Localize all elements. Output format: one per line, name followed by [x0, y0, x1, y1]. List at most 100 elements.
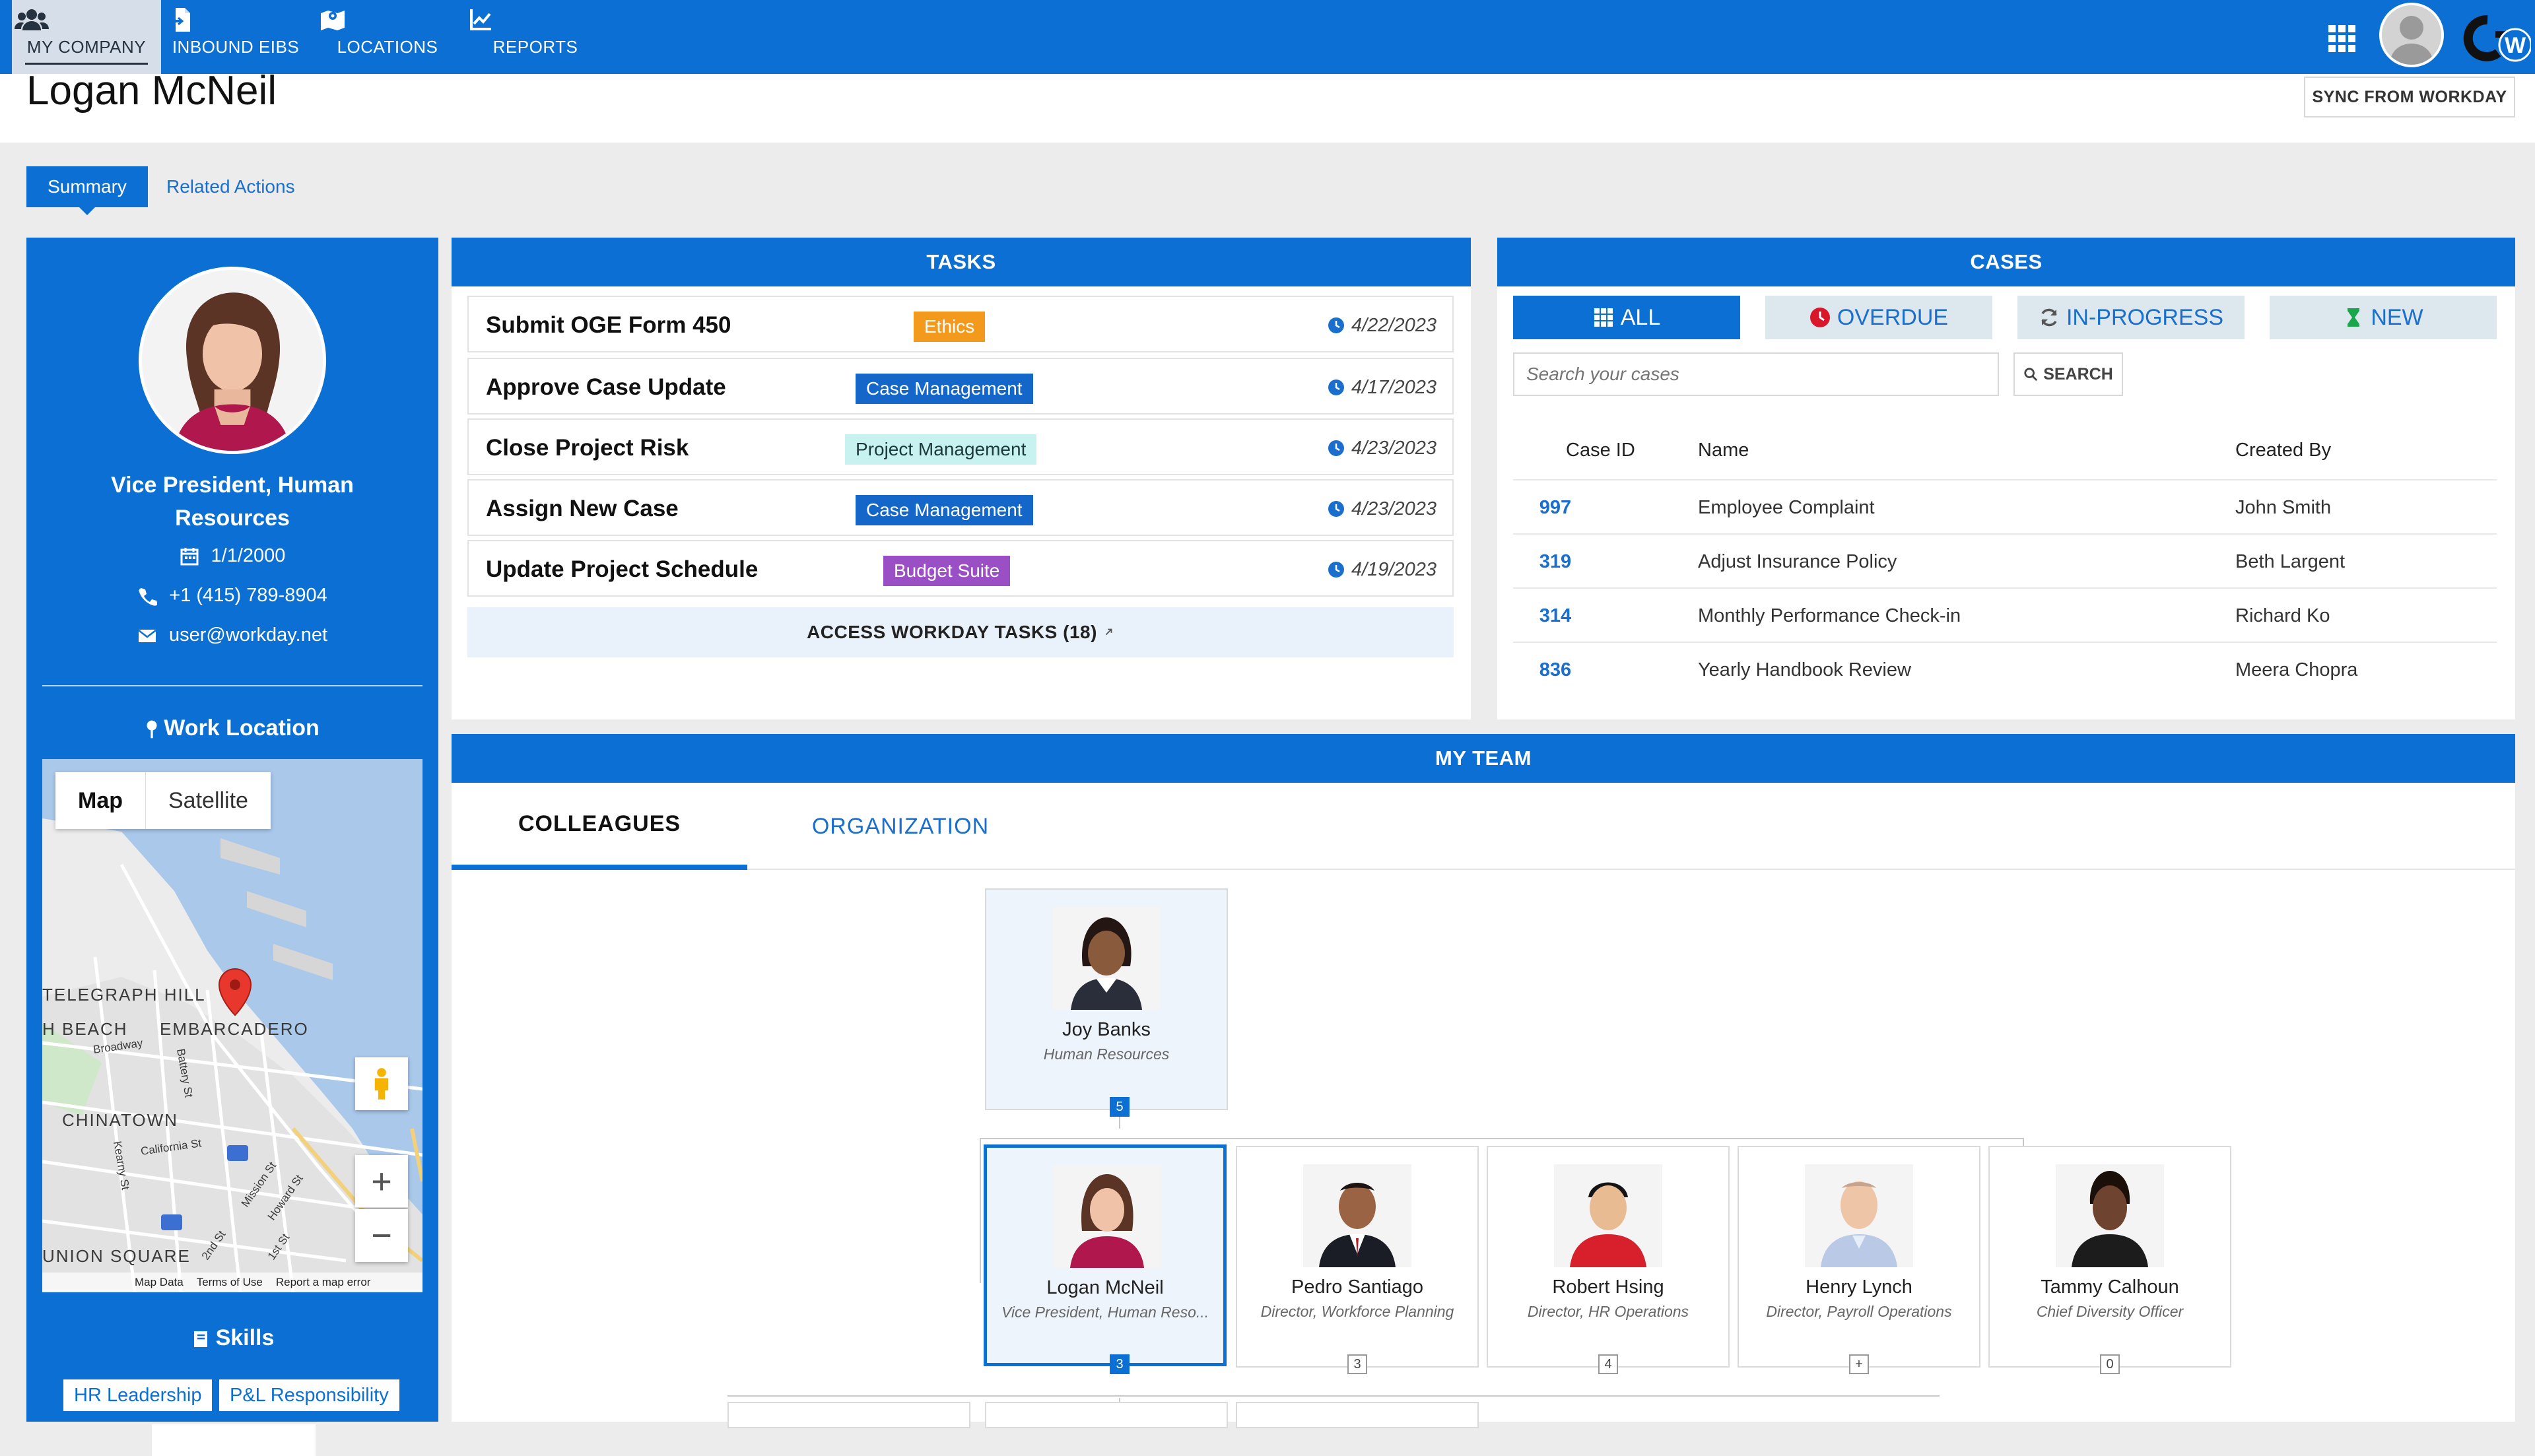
report-map-error-link[interactable]: Report a map error	[276, 1276, 371, 1289]
map-label: EMBARCADERO	[160, 1019, 309, 1039]
org-connector	[727, 1395, 1940, 1397]
clock-icon	[1328, 440, 1344, 456]
sync-from-workday-button[interactable]: SYNC FROM WORKDAY	[2304, 77, 2515, 117]
page-title: Logan McNeil	[26, 68, 277, 114]
org-card-manager[interactable]: Joy Banks Human Resources	[985, 888, 1228, 1110]
expand-reports-button[interactable]: +	[1849, 1354, 1869, 1374]
case-id-link[interactable]: 836	[1513, 643, 1598, 697]
person-photo	[1554, 1164, 1662, 1267]
direct-reports-count[interactable]: 4	[1598, 1354, 1618, 1374]
org-card-report-partial[interactable]	[1236, 1402, 1479, 1428]
task-row[interactable]: Close Project Risk Project Management 4/…	[467, 418, 1454, 475]
phone-number[interactable]: +1 (415) 789-8904	[169, 585, 327, 606]
user-silhouette-icon	[2382, 5, 2441, 65]
cases-filter-overdue[interactable]: OVERDUE	[1765, 296, 1992, 339]
nav-locations[interactable]: LOCATIONS	[313, 0, 462, 74]
direct-reports-count[interactable]: 5	[1110, 1097, 1130, 1117]
org-card-colleague[interactable]: Pedro Santiago Director, Workforce Plann…	[1236, 1146, 1479, 1368]
task-title[interactable]: Submit OGE Form 450	[486, 297, 731, 354]
grid-icon	[1594, 308, 1613, 327]
cases-filter-in-progress[interactable]: IN-PROGRESS	[2017, 296, 2245, 339]
file-import-icon	[170, 8, 190, 32]
team-tabs: COLLEAGUES ORGANIZATION	[452, 783, 2515, 870]
case-id-link[interactable]: 319	[1513, 535, 1598, 589]
person-role: Human Resources	[1043, 1045, 1170, 1063]
work-location-map[interactable]: TELEGRAPH HILL H BEACH EMBARCADERO CHINA…	[42, 759, 422, 1292]
person-name[interactable]: Logan McNeil	[991, 1277, 1219, 1299]
task-title[interactable]: Close Project Risk	[486, 420, 689, 477]
person-name[interactable]: Joy Banks	[990, 1019, 1223, 1041]
nav-reports[interactable]: REPORTS	[461, 0, 610, 74]
external-link-icon	[1105, 628, 1112, 636]
table-row[interactable]: 319 Adjust Insurance Policy Beth Largent	[1513, 533, 2497, 587]
tab-related-actions[interactable]: Related Actions	[166, 166, 295, 207]
map-footer: Map Data Terms of Use Report a map error	[42, 1273, 422, 1292]
task-row[interactable]: Submit OGE Form 450 Ethics 4/22/2023	[467, 296, 1454, 352]
task-row[interactable]: Approve Case Update Case Management 4/17…	[467, 358, 1454, 414]
table-row[interactable]: 997 Employee Complaint John Smith	[1513, 479, 2497, 533]
cases-filter-all[interactable]: ALL	[1513, 296, 1740, 339]
case-id-link[interactable]: 314	[1513, 589, 1598, 643]
clock-icon	[1328, 501, 1344, 517]
map-label: CHINATOWN	[62, 1110, 178, 1130]
task-title[interactable]: Approve Case Update	[486, 359, 726, 416]
direct-reports-count[interactable]: 3	[1347, 1354, 1367, 1374]
task-row[interactable]: Update Project Schedule Budget Suite 4/1…	[467, 540, 1454, 597]
map-tab-satellite[interactable]: Satellite	[146, 772, 271, 829]
task-row[interactable]: Assign New Case Case Management 4/23/202…	[467, 479, 1454, 536]
map-data-link[interactable]: Map Data	[135, 1276, 184, 1289]
nav-label: REPORTS	[492, 37, 578, 57]
calendar-icon	[180, 548, 199, 566]
nav-inbound-eibs[interactable]: INBOUND EIBS	[161, 0, 310, 74]
column-header-name[interactable]: Name	[1698, 440, 1749, 461]
tab-organization[interactable]: ORGANIZATION	[762, 783, 1039, 870]
book-icon	[193, 1331, 207, 1348]
direct-reports-count[interactable]: 3	[1110, 1354, 1130, 1374]
tab-colleagues[interactable]: COLLEAGUES	[452, 783, 747, 870]
search-icon	[2024, 368, 2038, 381]
case-search-input[interactable]	[1513, 352, 1999, 396]
case-id-link[interactable]: 997	[1513, 480, 1598, 535]
org-card-report-partial[interactable]	[727, 1402, 970, 1428]
cases-filter-new[interactable]: NEW	[2270, 296, 2497, 339]
org-card-colleague[interactable]: Tammy Calhoun Chief Diversity Officer	[1988, 1146, 2231, 1368]
hourglass-icon	[2348, 308, 2360, 327]
apps-grid-icon[interactable]	[2326, 22, 2357, 54]
map-tab-map[interactable]: Map	[55, 772, 146, 829]
app-logo[interactable]: W	[2458, 13, 2532, 63]
profile-portrait-image	[142, 270, 323, 451]
map-label: TELEGRAPH HILL	[42, 985, 206, 1005]
person-name[interactable]: Robert Hsing	[1492, 1276, 1724, 1298]
column-header-case-id[interactable]: Case ID	[1566, 440, 1635, 461]
zoom-in-button[interactable]: +	[355, 1155, 408, 1208]
task-title[interactable]: Assign New Case	[486, 480, 679, 537]
top-nav-bar: MY COMPANY INBOUND EIBS LOCATIONS REPORT…	[0, 0, 2535, 74]
person-name[interactable]: Henry Lynch	[1743, 1276, 1975, 1298]
access-workday-tasks-link[interactable]: ACCESS WORKDAY TASKS (18)	[467, 607, 1454, 657]
phone-row: +1 (415) 789-8904	[26, 585, 438, 607]
email-row: user@workday.net	[26, 624, 438, 646]
terms-of-use-link[interactable]: Terms of Use	[197, 1276, 263, 1289]
nav-my-company[interactable]: MY COMPANY	[12, 0, 161, 74]
zoom-out-button[interactable]: −	[355, 1209, 408, 1262]
table-row[interactable]: 314 Monthly Performance Check-in Richard…	[1513, 587, 2497, 642]
direct-reports-count[interactable]: 0	[2100, 1354, 2120, 1374]
org-card-colleague[interactable]: Robert Hsing Director, HR Operations	[1487, 1146, 1730, 1368]
email-address[interactable]: user@workday.net	[169, 624, 327, 645]
map-icon	[321, 11, 345, 30]
case-search-button[interactable]: SEARCH	[2013, 352, 2123, 396]
person-name[interactable]: Tammy Calhoun	[1994, 1276, 2226, 1298]
person-photo	[1805, 1164, 1913, 1267]
org-card-report-partial[interactable]	[985, 1402, 1228, 1428]
table-row[interactable]: 836 Yearly Handbook Review Meera Chopra	[1513, 642, 2497, 696]
org-card-colleague[interactable]: Henry Lynch Director, Payroll Operations	[1738, 1146, 1980, 1368]
street-view-button[interactable]	[355, 1057, 408, 1110]
hire-date-row: 1/1/2000	[26, 545, 438, 567]
logo-icon: W	[2463, 15, 2532, 62]
tab-summary[interactable]: Summary	[26, 166, 148, 215]
column-header-created-by[interactable]: Created By	[2235, 440, 2331, 461]
org-card-colleague[interactable]: Logan McNeil Vice President, Human Reso.…	[984, 1144, 1227, 1366]
task-title[interactable]: Update Project Schedule	[486, 541, 758, 598]
user-avatar[interactable]	[2379, 3, 2444, 67]
person-name[interactable]: Pedro Santiago	[1241, 1276, 1473, 1298]
